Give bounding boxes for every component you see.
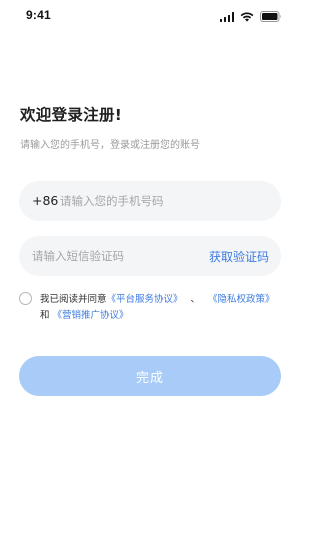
- status-bar: 9:41: [0, 0, 300, 34]
- agreement-text: 我已阅读并同意《平台服务协议》、《隐私权政策》和 《营销推广协议》: [40, 292, 285, 323]
- signal-icon: [219, 12, 234, 22]
- page-subtitle: 请输入您的手机号，登录或注册您的账号: [20, 140, 200, 151]
- agreement-separator: 、: [190, 294, 201, 305]
- battery-icon: [260, 11, 282, 22]
- privacy-policy-link[interactable]: 《隐私权政策》: [208, 294, 275, 305]
- sms-code-input[interactable]: [32, 236, 197, 276]
- agreement-prefix: 我已阅读并同意: [40, 294, 107, 305]
- country-code: +86: [32, 193, 59, 208]
- get-code-button[interactable]: 获取验证码: [209, 248, 269, 265]
- marketing-agreement-link[interactable]: 《营销推广协议》: [53, 310, 129, 321]
- submit-button[interactable]: 完成: [19, 356, 281, 396]
- status-icons: [219, 10, 283, 22]
- service-agreement-link[interactable]: 《平台服务协议》: [107, 294, 183, 305]
- phone-input[interactable]: [60, 181, 260, 221]
- wifi-icon: [240, 12, 254, 22]
- status-time: 9:41: [26, 8, 51, 22]
- phone-field[interactable]: +86: [19, 181, 281, 221]
- page-title: 欢迎登录注册!: [20, 106, 123, 124]
- agreement-conjunction: 和: [40, 309, 50, 321]
- sms-code-field[interactable]: 获取验证码: [19, 236, 281, 276]
- agreement-checkbox[interactable]: [19, 292, 32, 305]
